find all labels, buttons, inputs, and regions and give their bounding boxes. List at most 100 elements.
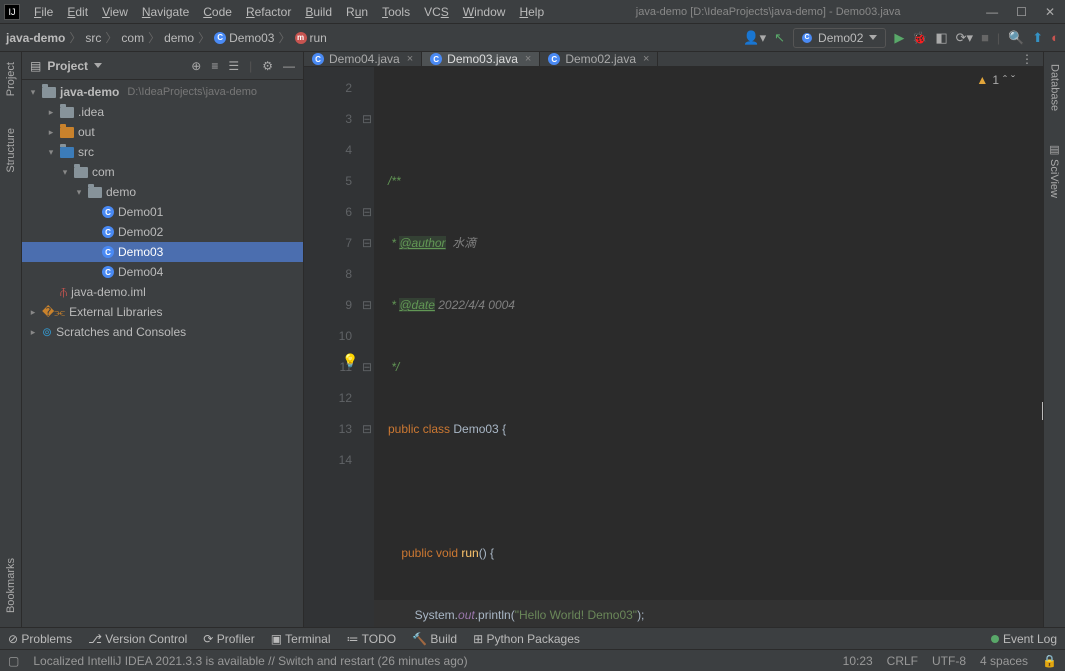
debug-button[interactable]: 🐞 <box>912 31 927 45</box>
tool-problems[interactable]: ⊘ Problems <box>8 632 72 646</box>
tree-root[interactable]: ▾java-demoD:\IdeaProjects\java-demo <box>22 82 303 102</box>
close-tab-icon[interactable]: × <box>407 53 413 65</box>
tree-demo04[interactable]: CDemo04 <box>22 262 303 282</box>
tool-python[interactable]: ⊞ Python Packages <box>473 632 580 646</box>
tool-terminal[interactable]: ▣ Terminal <box>271 632 331 646</box>
menu-refactor[interactable]: Refactor <box>240 3 297 21</box>
crumb-com[interactable]: com <box>121 31 144 45</box>
caret-position[interactable]: 10:23 <box>843 654 873 668</box>
close-tab-icon[interactable]: × <box>525 53 531 65</box>
tree-idea[interactable]: ▸.idea <box>22 102 303 122</box>
run-button[interactable]: ▶ <box>894 30 904 46</box>
rail-project[interactable]: Project <box>3 56 19 102</box>
update-icon[interactable]: ⬆ <box>1032 30 1043 46</box>
navigation-bar: java-demo 〉 src 〉 com 〉 demo 〉 CDemo03 〉… <box>0 24 1065 52</box>
select-opened-icon[interactable]: ⊕ <box>191 59 201 73</box>
inspection-badge[interactable]: ▲1ˆˇ <box>976 73 1015 87</box>
tool-vcs[interactable]: ⎇ Version Control <box>88 632 187 646</box>
bottom-tool-bar: ⊘ Problems ⎇ Version Control ⟳ Profiler … <box>0 627 1065 649</box>
tree-out[interactable]: ▸out <box>22 122 303 142</box>
coverage-icon[interactable]: ◧ <box>935 30 947 46</box>
settings-gear-icon[interactable]: ⚙ <box>262 59 273 73</box>
stop-button[interactable]: ■ <box>981 30 989 45</box>
tree-ext-lib[interactable]: ▸�⫘External Libraries <box>22 302 303 322</box>
menu-view[interactable]: View <box>96 3 134 21</box>
tree-scratches[interactable]: ▸⊚Scratches and Consoles <box>22 322 303 342</box>
menu-tools[interactable]: Tools <box>376 3 416 21</box>
close-tab-icon[interactable]: × <box>643 53 649 65</box>
right-tool-rail: Database ▤ SciView <box>1043 52 1065 627</box>
project-panel-title[interactable]: Project <box>47 59 88 73</box>
collapse-icon[interactable]: ☰ <box>228 59 239 73</box>
status-indicator-icon[interactable]: ▢ <box>8 654 19 668</box>
menu-edit[interactable]: Edit <box>61 3 94 21</box>
expand-icon[interactable]: ≡ <box>211 59 218 73</box>
minimize-button[interactable]: — <box>986 5 998 19</box>
file-encoding[interactable]: UTF-8 <box>932 654 966 668</box>
editor-body[interactable]: 234567891011121314 ⊟ ⊟⊟ ⊟ ⊟ ⊟ /** * @aut… <box>304 67 1043 627</box>
tab-demo02[interactable]: CDemo02.java× <box>540 52 658 66</box>
menu-build[interactable]: Build <box>299 3 338 21</box>
run-config-selector[interactable]: C Demo02 <box>793 28 886 48</box>
breadcrumb: java-demo 〉 src 〉 com 〉 demo 〉 CDemo03 〉… <box>6 29 327 46</box>
tool-event-log[interactable]: Event Log <box>991 632 1057 646</box>
crumb-project[interactable]: java-demo <box>6 31 65 45</box>
menu-help[interactable]: Help <box>513 3 550 21</box>
window-title: java-demo [D:\IdeaProjects\java-demo] - … <box>550 6 986 18</box>
hide-panel-icon[interactable]: — <box>283 59 295 73</box>
ide-settings-icon[interactable]: ◐ <box>1051 30 1059 45</box>
title-bar: IJ File Edit View Navigate Code Refactor… <box>0 0 1065 24</box>
tool-build[interactable]: 🔨 Build <box>412 632 457 646</box>
project-view-dropdown[interactable] <box>94 63 102 68</box>
tab-demo04[interactable]: CDemo04.java× <box>304 52 422 66</box>
fold-column[interactable]: ⊟ ⊟⊟ ⊟ ⊟ ⊟ <box>360 67 374 627</box>
crumb-src[interactable]: src <box>85 31 101 45</box>
status-message[interactable]: Localized IntelliJ IDEA 2021.3.3 is avai… <box>33 654 828 668</box>
search-icon[interactable]: 🔍 <box>1008 30 1024 46</box>
tool-todo[interactable]: ≔ TODO <box>347 632 397 646</box>
project-panel: ▤ Project ⊕ ≡ ☰ | ⚙ — ▾java-demoD:\IdeaP… <box>22 52 304 627</box>
intention-bulb-icon[interactable]: 💡 <box>342 353 358 369</box>
warning-icon: ▲ <box>976 73 988 87</box>
status-bar: ▢ Localized IntelliJ IDEA 2021.3.3 is av… <box>0 649 1065 671</box>
menu-code[interactable]: Code <box>197 3 238 21</box>
notification-dot-icon <box>991 635 999 643</box>
line-separator[interactable]: CRLF <box>887 654 918 668</box>
readonly-lock-icon[interactable]: 🔒 <box>1042 654 1057 668</box>
menu-window[interactable]: Window <box>457 3 512 21</box>
tree-demo01[interactable]: CDemo01 <box>22 202 303 222</box>
rail-database[interactable]: Database <box>1047 58 1063 117</box>
tool-profiler[interactable]: ⟳ Profiler <box>203 632 254 646</box>
rail-structure[interactable]: Structure <box>3 122 19 179</box>
tabs-more-icon[interactable]: ⋮ <box>1011 52 1043 66</box>
main-menu: File Edit View Navigate Code Refactor Bu… <box>28 3 550 21</box>
menu-file[interactable]: File <box>28 3 59 21</box>
maximize-button[interactable]: ☐ <box>1016 5 1027 19</box>
back-icon[interactable]: ↖ <box>774 30 785 46</box>
tree-demo02[interactable]: CDemo02 <box>22 222 303 242</box>
left-tool-rail: Project Structure Bookmarks <box>0 52 22 627</box>
tree-src[interactable]: ▾src <box>22 142 303 162</box>
tab-demo03[interactable]: CDemo03.java× <box>422 52 540 66</box>
tree-com[interactable]: ▾com <box>22 162 303 182</box>
tree-demo[interactable]: ▾demo <box>22 182 303 202</box>
menu-vcs[interactable]: VCS <box>418 3 455 21</box>
rail-sciview[interactable]: ▤ SciView <box>1046 137 1063 204</box>
crumb-class[interactable]: CDemo03 <box>214 31 274 45</box>
crumb-method[interactable]: mrun <box>295 31 327 45</box>
project-panel-header: ▤ Project ⊕ ≡ ☰ | ⚙ — <box>22 52 303 80</box>
code-content[interactable]: /** * @author 水滴 * @date 2022/4/4 0004 *… <box>374 67 1043 627</box>
project-view-icon: ▤ <box>30 59 41 73</box>
profile-icon[interactable]: ⟳▾ <box>956 30 973 46</box>
close-button[interactable]: ✕ <box>1045 5 1055 19</box>
crumb-demo[interactable]: demo <box>164 31 194 45</box>
menu-navigate[interactable]: Navigate <box>136 3 195 21</box>
add-user-icon[interactable]: 👤▾ <box>743 30 766 46</box>
indent-setting[interactable]: 4 spaces <box>980 654 1028 668</box>
rail-bookmarks[interactable]: Bookmarks <box>3 552 19 619</box>
text-cursor <box>1042 402 1043 420</box>
tree-demo03[interactable]: CDemo03 <box>22 242 303 262</box>
tree-iml[interactable]: ⫚java-demo.iml <box>22 282 303 302</box>
app-logo: IJ <box>4 4 20 20</box>
menu-run[interactable]: Run <box>340 3 374 21</box>
